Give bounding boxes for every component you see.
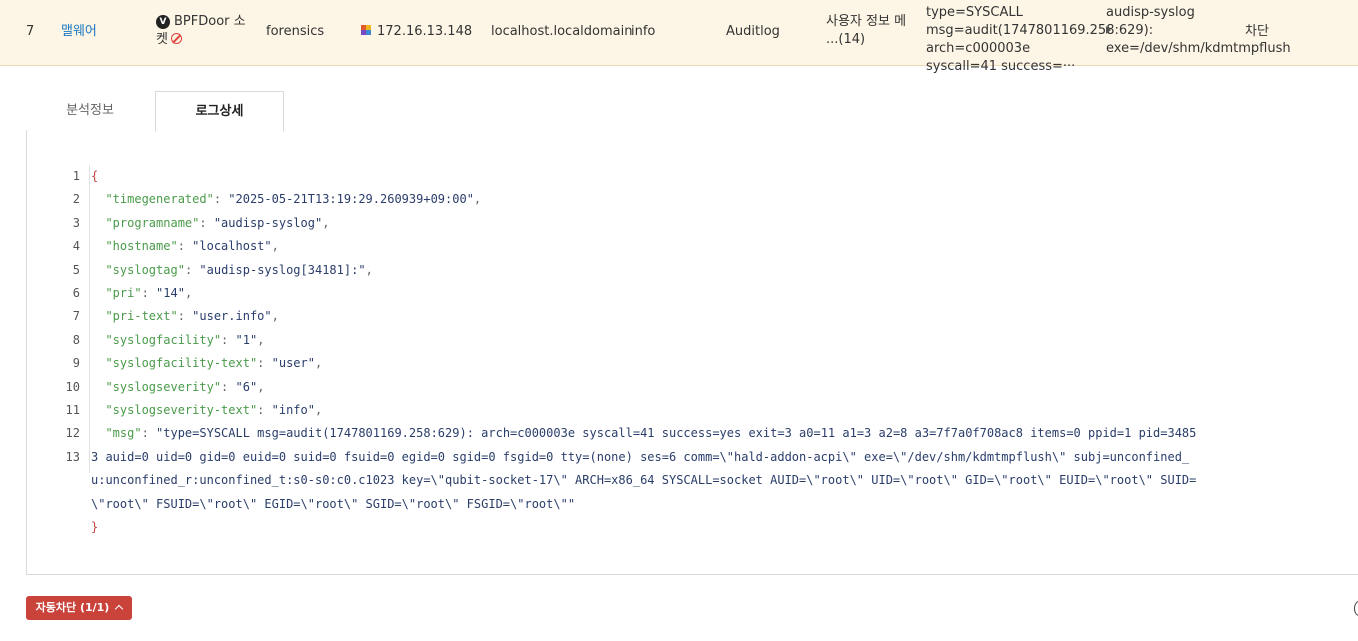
action-status: 차단 <box>1245 24 1269 39</box>
exe-path: exe=/dev/shm/kdmtmpflush <box>1106 41 1291 56</box>
json-value: "type=SYSCALL msg=audit(1747801169.258:6… <box>91 426 1197 511</box>
line-number: 9 <box>72 356 80 371</box>
line-number: 11 <box>65 402 80 417</box>
pin-icon <box>361 25 371 35</box>
json-key: "syslogfacility" <box>105 332 222 347</box>
program-cell: audisp-syslog exe=/dev/shm/kdmtmpflush <box>1106 4 1291 58</box>
event-row[interactable]: 7 맬웨어 V BPFDoor 소켓 forensics 172.16.13.14… <box>0 0 1358 74</box>
line-number: 2 <box>72 192 80 207</box>
json-value: "user.info" <box>192 309 272 324</box>
ip-address: 172.16.13.148 <box>377 24 473 39</box>
json-value: "info" <box>271 402 315 417</box>
detection-name-cell: V BPFDoor 소켓 <box>156 13 251 49</box>
json-value: "audisp-syslog[34181]:" <box>199 262 366 277</box>
json-key: "syslogfacility-text" <box>105 356 258 371</box>
json-key: "hostname" <box>105 239 178 254</box>
event-name: 사용자 정보 메 ...(14) <box>826 14 907 47</box>
line-number: 13 <box>65 449 80 464</box>
tab-analysis[interactable]: 분석정보 <box>26 91 154 130</box>
line-number: 3 <box>72 215 80 230</box>
line-number: 5 <box>72 262 80 277</box>
json-value: "user" <box>271 356 315 371</box>
json-value: "6" <box>235 379 258 394</box>
line-number: 7 <box>72 309 80 324</box>
json-value: "1" <box>235 332 258 347</box>
json-code-view: { "timegenerated": "2025-05-21T13:19:29.… <box>91 169 1197 534</box>
program-name: audisp-syslog <box>1106 5 1195 20</box>
v-badge-icon: V <box>156 15 170 29</box>
category-link[interactable]: 맬웨어 <box>61 23 97 41</box>
team-name: forensics <box>266 24 325 39</box>
json-value: "localhost" <box>192 239 272 254</box>
json-key: "pri" <box>105 285 142 300</box>
line-number: 8 <box>72 332 80 347</box>
caret-right-icon[interactable] <box>1106 26 1111 34</box>
json-key: "syslogseverity" <box>105 379 222 394</box>
json-close-brace: } <box>91 519 99 534</box>
ip-cell: 172.16.13.148 <box>361 23 472 41</box>
row-number: 7 <box>26 24 35 39</box>
json-key: "msg" <box>105 426 142 441</box>
line-number: 12 <box>65 426 80 441</box>
tab-log-detail[interactable]: 로그상세 <box>155 91 284 132</box>
chevron-up-icon <box>115 604 124 614</box>
auto-block-label: 자동차단 (1/1) <box>35 601 110 614</box>
log-level: info <box>631 24 656 39</box>
json-open-brace: { <box>91 169 99 183</box>
auto-block-button[interactable]: 자동차단 (1/1) <box>26 596 132 620</box>
exe-toggle[interactable]: exe=/dev/shm/kdmtmpflush <box>1106 22 1291 58</box>
json-key: "syslogtag" <box>105 262 185 277</box>
json-key: "programname" <box>105 215 200 230</box>
json-key: "syslogseverity-text" <box>105 402 258 417</box>
json-value: "audisp-syslog" <box>213 215 323 230</box>
hostname: localhost.localdomain <box>491 24 633 39</box>
line-number: 10 <box>65 379 80 394</box>
line-number: 6 <box>72 285 80 300</box>
json-value: "14" <box>156 285 185 300</box>
json-key: "pri-text" <box>105 309 178 324</box>
json-value: "2025-05-21T13:19:29.260939+09:00" <box>228 192 474 207</box>
scroll-indicator[interactable] <box>1354 601 1358 616</box>
json-key: "timegenerated" <box>105 192 214 207</box>
line-number: 4 <box>72 239 80 254</box>
ban-icon <box>170 33 182 44</box>
message-preview: type=SYSCALL msg=audit(1747801169.258:62… <box>926 5 1154 74</box>
line-number: 1 <box>72 169 80 183</box>
line-number-gutter: 1 2 3 4 5 6 7 8 9 10 11 12 13 <box>26 165 90 473</box>
log-type: Auditlog <box>726 24 780 39</box>
